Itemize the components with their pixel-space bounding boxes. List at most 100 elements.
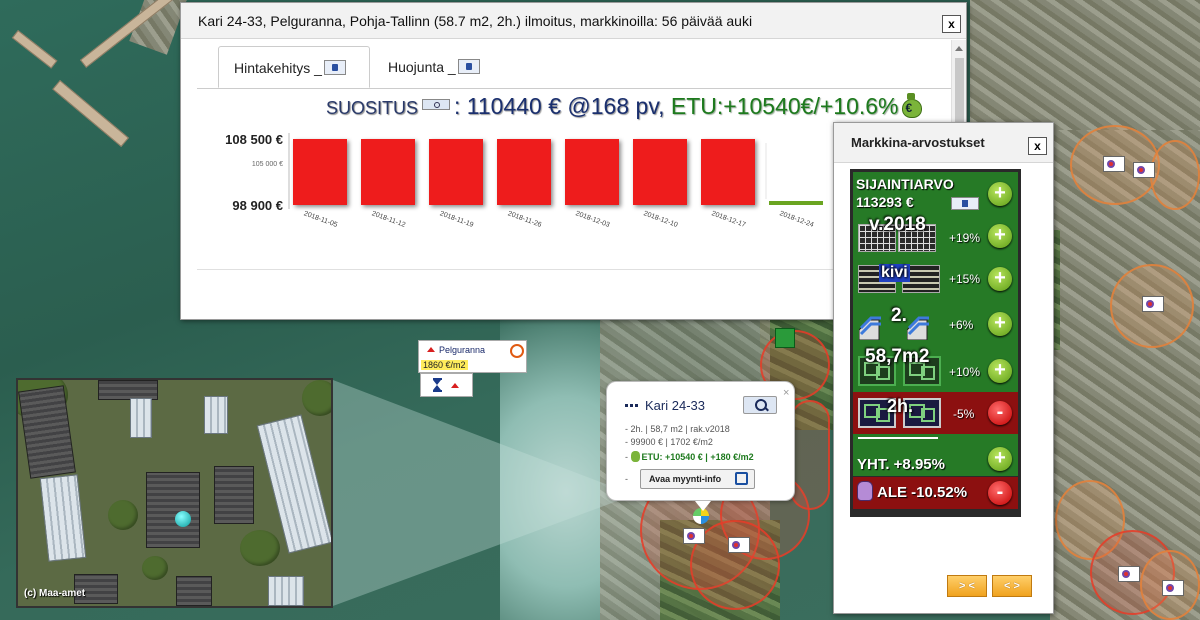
discount-value: ALE -10.52% <box>877 484 968 501</box>
tab-huojunta-label: Huojunta _ <box>388 59 456 75</box>
listing-circle[interactable] <box>1150 140 1200 210</box>
open-sale-info-label: Avaa myynti-info <box>649 474 722 484</box>
print-icon <box>457 59 480 74</box>
aerial-photo[interactable]: (c) Maa-amet <box>16 378 333 608</box>
total-plus-icon[interactable]: + <box>988 447 1012 471</box>
collapse-button[interactable]: > < <box>947 575 987 597</box>
building <box>204 396 228 434</box>
scroll-up-arrow-icon[interactable] <box>955 46 963 51</box>
listing-marker-icon[interactable] <box>1118 566 1140 582</box>
y-tick-label: 98 900 € <box>232 198 283 213</box>
suositus-info-button[interactable] <box>422 99 451 110</box>
district-label[interactable]: Pelguranna 1860 €/m2 <box>418 340 527 373</box>
smiley-icon <box>510 344 524 358</box>
building <box>130 398 152 438</box>
district-price: 1860 €/m2 <box>421 360 468 370</box>
hand-icon <box>857 481 873 501</box>
year-row: v.2018 +19% + <box>853 214 1018 258</box>
floor-badge: 2. <box>891 305 907 326</box>
dash: - <box>625 452 628 462</box>
building <box>214 466 254 524</box>
tab-hintakehitys-label: Hintakehitys _ <box>234 60 322 76</box>
year-pct: +19% <box>949 231 981 245</box>
tree <box>108 500 138 530</box>
tab-hintakehitys[interactable]: Hintakehitys _ <box>218 46 370 88</box>
x-tick-label: 2018-11-12 <box>371 210 407 229</box>
bar[interactable] <box>497 139 551 205</box>
info-close-button[interactable]: × <box>783 387 789 399</box>
rooms-badge: 2h. <box>887 396 914 416</box>
listing-etu: ETU: +10540 € | +180 €/m2 <box>641 452 754 462</box>
close-button[interactable]: x <box>942 15 961 33</box>
recommended-price: 110440 € @168 pv <box>466 93 659 119</box>
y-tick-label: 105 000 € <box>252 161 283 168</box>
listing-marker-icon[interactable] <box>1103 156 1125 172</box>
material-row: kivi +15% + <box>853 258 1018 300</box>
bar[interactable] <box>565 139 619 205</box>
photo-credit: (c) Maa-amet <box>24 588 86 599</box>
material-badge: kivi <box>879 264 910 282</box>
tab-huojunta[interactable]: Huojunta _ <box>373 46 503 88</box>
material-pct: +15% <box>949 272 981 286</box>
tree <box>302 380 331 416</box>
location-plus-icon[interactable]: + <box>988 182 1012 206</box>
building <box>98 380 158 400</box>
bar[interactable] <box>293 139 347 205</box>
location-value-row: SIJAINTIARVO 113293 € + <box>853 172 1018 214</box>
colon: : <box>454 93 467 119</box>
trend-up-icon <box>427 347 435 352</box>
bar[interactable] <box>361 139 415 205</box>
market-valuation-window: Markkina-arvostukset x SIJAINTIARVO 1132… <box>833 122 1054 614</box>
listing-marker-icon[interactable] <box>1142 296 1164 312</box>
district-trend-box[interactable] <box>420 373 473 397</box>
open-sale-info-button[interactable]: Avaa myynti-info <box>640 469 755 489</box>
popup-tail <box>695 501 711 511</box>
listing-marker-icon[interactable] <box>1133 162 1155 178</box>
tree <box>142 556 168 580</box>
listing-marker-icon[interactable] <box>683 528 705 544</box>
discount-row: ALE -10.52% - <box>853 477 1018 509</box>
floor-pct: +6% <box>949 318 974 332</box>
x-tick-label: 2018-11-26 <box>507 210 543 229</box>
bar[interactable] <box>769 201 823 205</box>
recommendation-row: SUOSITUS: 110440 € @168 pv, ETU:+10540€/… <box>326 93 922 120</box>
location-pin-icon <box>175 511 191 527</box>
etu-value: ETU:+10540€/+10.6% <box>670 93 899 119</box>
x-tick-label: 2018-12-10 <box>642 210 678 229</box>
material-plus-icon[interactable]: + <box>988 267 1012 291</box>
listing-marker-icon[interactable] <box>728 537 750 553</box>
total-row: YHT. +8.95% + <box>853 434 1018 476</box>
bar[interactable] <box>633 139 687 205</box>
y-tick-label: 108 500 € <box>225 132 283 147</box>
pier <box>11 30 58 69</box>
listing-circle[interactable] <box>790 400 830 510</box>
building <box>268 576 304 606</box>
listing-marker-icon[interactable] <box>1162 580 1184 596</box>
building <box>146 472 200 548</box>
year-plus-icon[interactable]: + <box>988 224 1012 248</box>
pier <box>52 80 129 148</box>
bar[interactable] <box>429 139 483 205</box>
market-close-button[interactable]: x <box>1028 137 1047 155</box>
exit-sign-icon[interactable] <box>775 328 795 348</box>
money-bag-icon <box>630 451 640 462</box>
area-plus-icon[interactable]: + <box>988 359 1012 383</box>
listing-etu-row: - ETU: +10540 € | +180 €/m2 <box>625 451 754 462</box>
dash: - <box>625 474 628 484</box>
tree <box>240 530 280 566</box>
market-window-title: Markkina-arvostukset <box>834 123 1053 163</box>
location-value-label: SIJAINTIARVO <box>856 176 954 192</box>
rooms-minus-icon[interactable]: - <box>988 401 1012 425</box>
area-pct: +10% <box>949 365 981 379</box>
money-bag-icon <box>901 93 922 118</box>
hourglass-icon <box>433 378 442 392</box>
discount-minus-icon[interactable]: - <box>988 481 1012 505</box>
window-title: Kari 24-33, Pelguranna, Pohja-Tallinn (5… <box>181 3 966 39</box>
expand-button[interactable]: < > <box>992 575 1032 597</box>
tab-divider <box>197 88 952 89</box>
bar[interactable] <box>701 139 755 205</box>
listing-info-popup: Kari 24-33 × - 2h. | 58,7 m2 | rak.v2018… <box>606 381 795 511</box>
floor-plus-icon[interactable]: + <box>988 312 1012 336</box>
zoom-in-button[interactable] <box>743 396 777 414</box>
area-row: 58,7m2 +10% + <box>853 346 1018 392</box>
